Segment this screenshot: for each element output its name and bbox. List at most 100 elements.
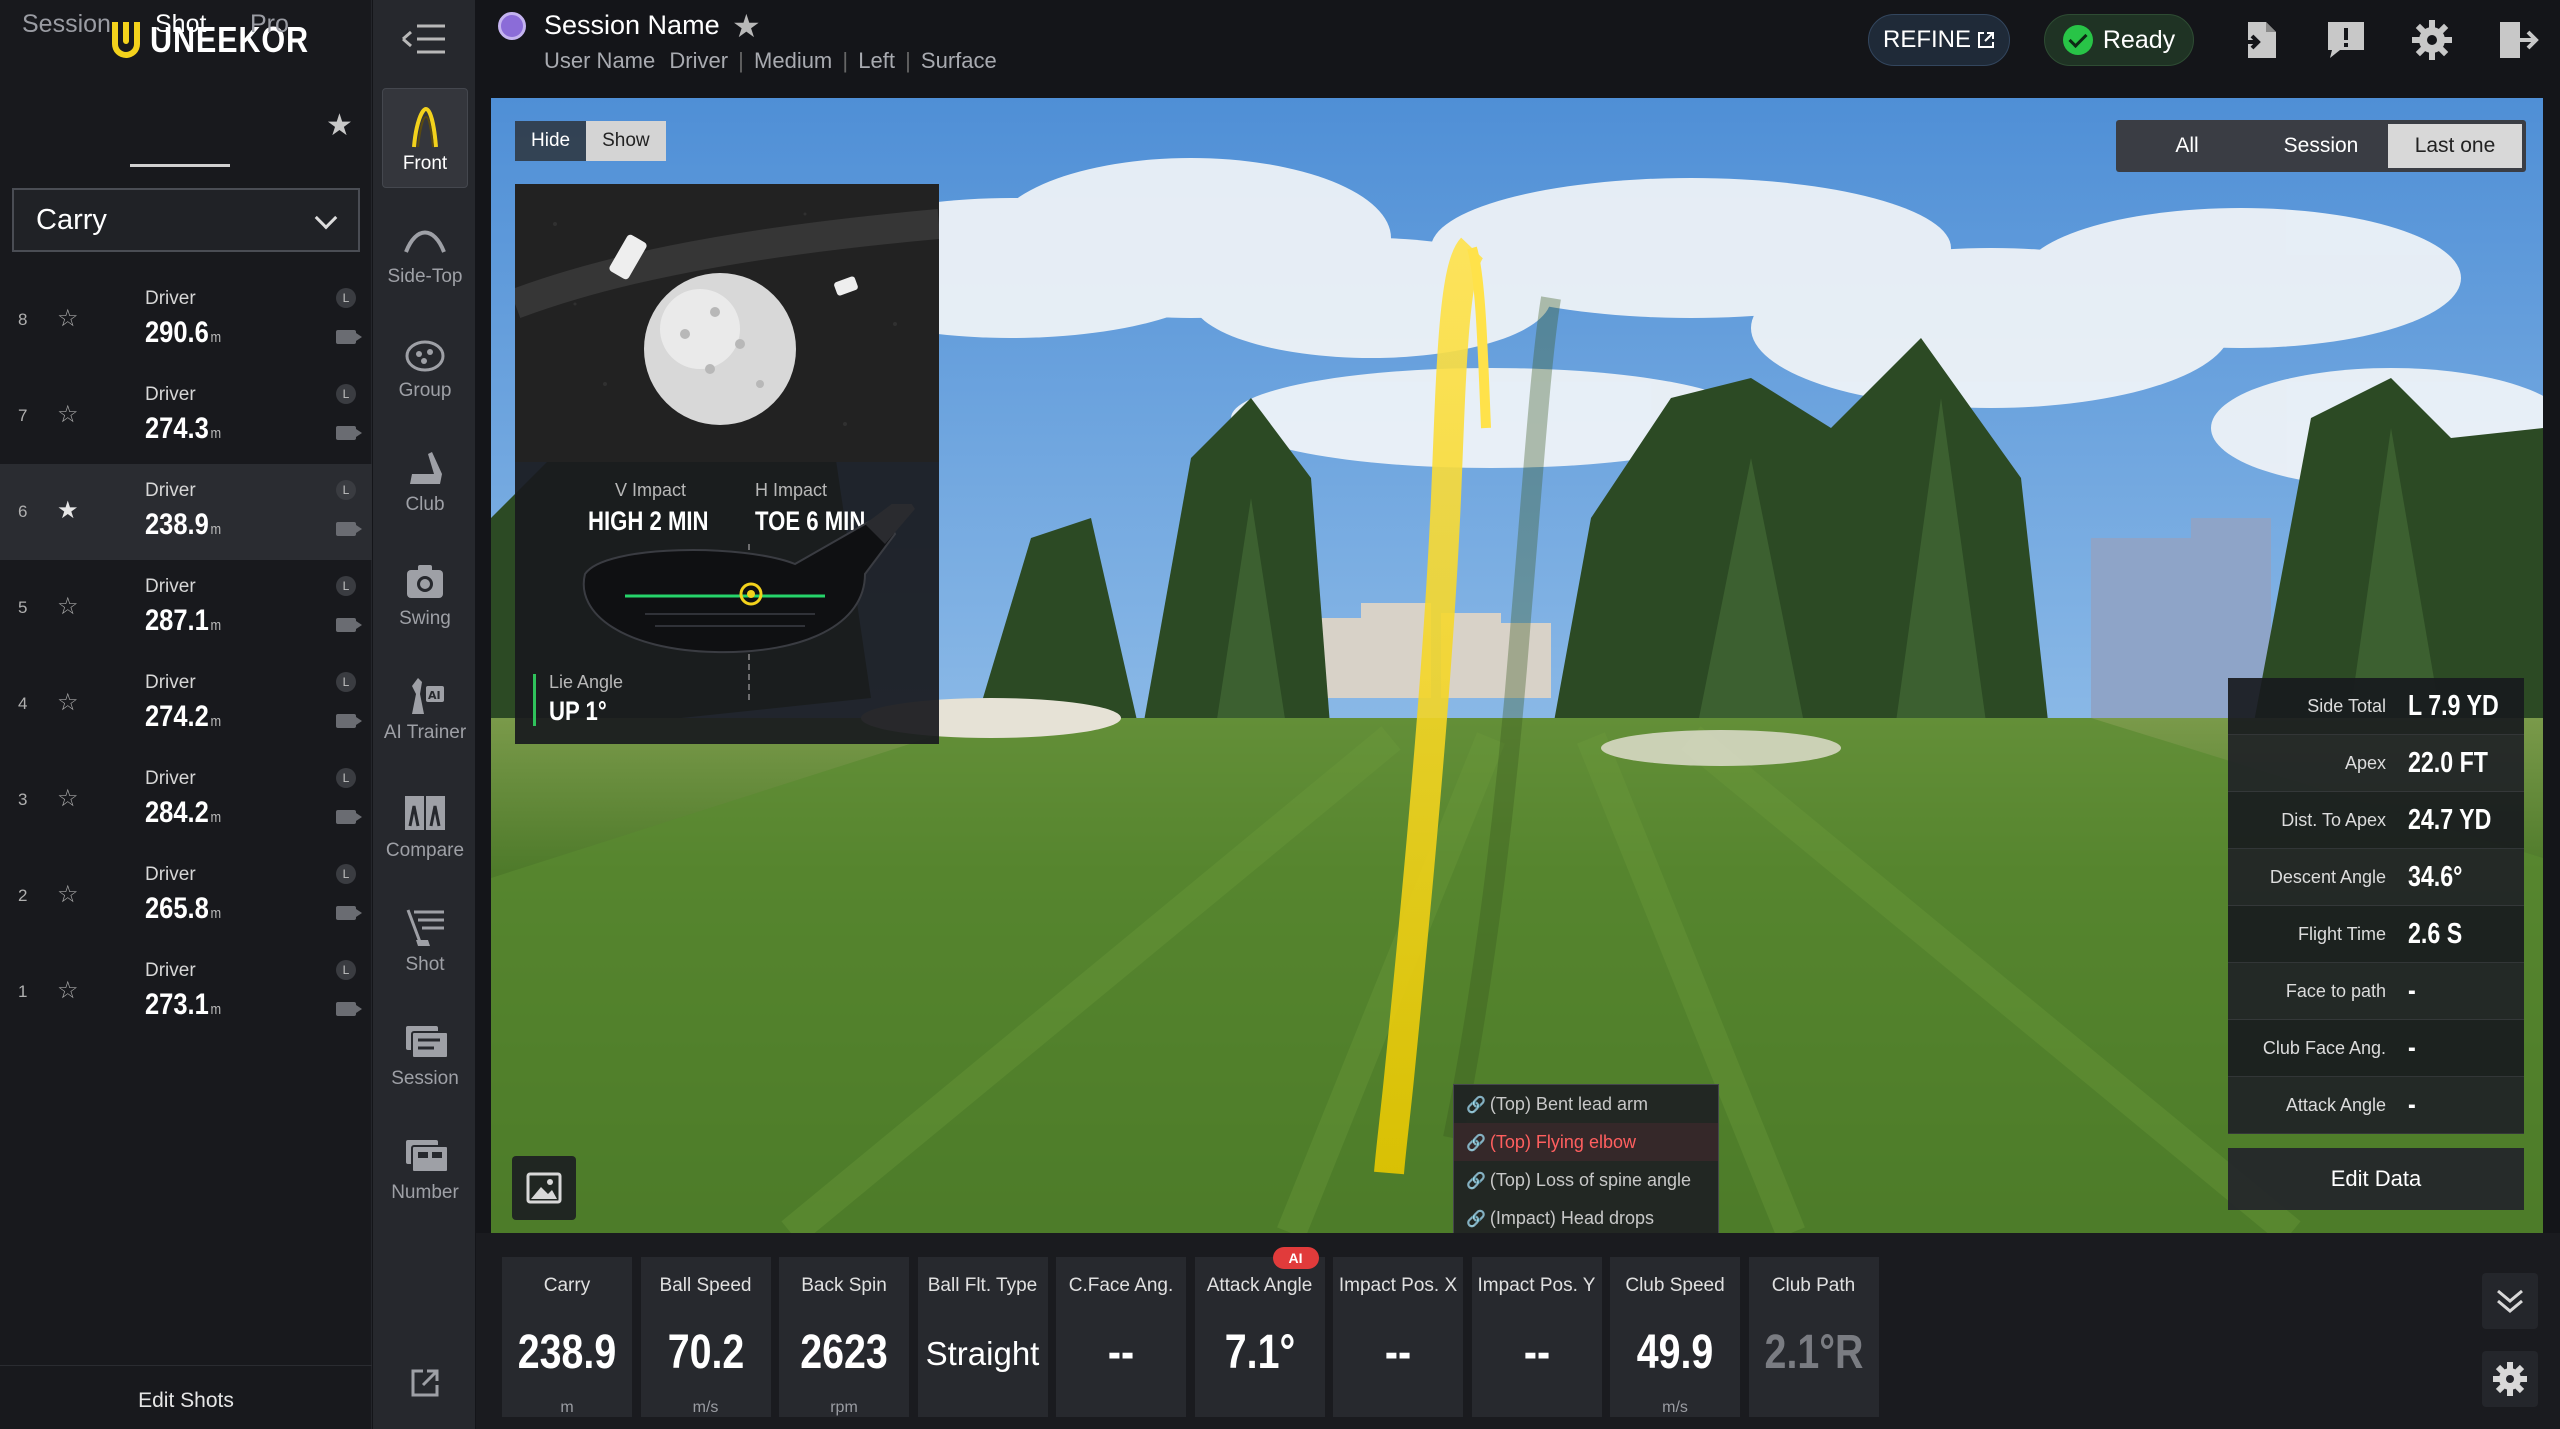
- tool-front[interactable]: Front: [382, 88, 468, 188]
- flight-stats-panel: Side Total L 7.9 YD Apex 22.0 FT Dist. To Ap…: [2228, 678, 2524, 1134]
- stat-label: Club Face Ang.: [2262, 1038, 2386, 1058]
- video-camera-icon[interactable]: [336, 810, 362, 824]
- shot-favorite-star-icon[interactable]: ★: [57, 496, 79, 525]
- filter-session-button[interactable]: Session: [2254, 124, 2388, 168]
- tool-number[interactable]: Number: [382, 1118, 468, 1218]
- filter-all-button[interactable]: All: [2120, 124, 2254, 168]
- video-camera-icon[interactable]: [336, 426, 362, 440]
- video-camera-icon[interactable]: [336, 906, 362, 920]
- ai-feedback-item[interactable]: 🔗 (Top) Loss of spine angle: [1454, 1161, 1718, 1199]
- metric-card[interactable]: Club Speed 49.9 m/s: [1610, 1257, 1740, 1417]
- meta-separator: |: [905, 48, 911, 73]
- shot-row[interactable]: 4 ☆ Driver 274.2 m L: [0, 656, 372, 752]
- metric-label: Impact Pos. X: [1338, 1275, 1458, 1296]
- shot-favorite-star-icon[interactable]: ☆: [57, 304, 79, 333]
- shot-favorite-star-icon[interactable]: ☆: [57, 976, 79, 1005]
- shot-hand-badge: L: [336, 864, 356, 884]
- shot-row[interactable]: 6 ★ Driver 238.9 m L: [0, 464, 372, 560]
- shot-favorite-star-icon[interactable]: ☆: [57, 688, 79, 717]
- metric-card[interactable]: Club Path 2.1°R: [1748, 1257, 1879, 1417]
- refine-button[interactable]: REFINE: [1868, 14, 2010, 66]
- stat-row: Side Total L 7.9 YD: [2228, 678, 2524, 735]
- metric-card[interactable]: Ball Speed 70.2 m/s: [640, 1257, 771, 1417]
- collapse-menu-icon[interactable]: [399, 22, 447, 56]
- tool-label: Club: [405, 494, 445, 515]
- show-button[interactable]: Show: [586, 121, 666, 161]
- stat-label: Face to path: [2285, 981, 2386, 1001]
- impact-camera-image: [515, 184, 939, 462]
- metric-select[interactable]: Carry: [12, 188, 360, 252]
- shot-favorite-star-icon[interactable]: ☆: [57, 784, 79, 813]
- uneekor-logo-icon: [112, 22, 140, 58]
- screenshot-button[interactable]: [512, 1156, 576, 1220]
- shot-row[interactable]: 8 ☆ Driver 290.6 m L: [0, 272, 372, 368]
- metric-card[interactable]: Impact Pos. X --: [1333, 1257, 1463, 1417]
- ball-impact-photo: [515, 184, 939, 462]
- edit-shots-button[interactable]: Edit Shots: [0, 1365, 372, 1429]
- shot-row[interactable]: 7 ☆ Driver 274.3 m L: [0, 368, 372, 464]
- shot-club: Driver: [145, 384, 196, 405]
- shot-favorite-star-icon[interactable]: ☆: [57, 592, 79, 621]
- video-camera-icon[interactable]: [336, 522, 362, 536]
- shot-club: Driver: [145, 864, 196, 885]
- metric-value: 238.9: [517, 1326, 617, 1379]
- ai-feedback-item[interactable]: 🔗 (Impact) Head drops: [1454, 1199, 1718, 1237]
- video-camera-icon[interactable]: [336, 1002, 362, 1016]
- exit-icon[interactable]: [2496, 18, 2540, 62]
- metric-card[interactable]: C.Face Ang. --: [1056, 1257, 1186, 1417]
- tool-side-top[interactable]: Side-Top: [382, 202, 468, 302]
- metric-card[interactable]: Back Spin 2623 rpm: [779, 1257, 909, 1417]
- session-favorite-star-icon[interactable]: ★: [732, 7, 761, 45]
- metric-value: --: [1384, 1326, 1412, 1379]
- stat-row: Face to path -: [2228, 963, 2524, 1020]
- shot-row[interactable]: 2 ☆ Driver 265.8 m L: [0, 848, 372, 944]
- tool-shot[interactable]: Shot: [382, 890, 468, 990]
- shot-row[interactable]: 1 ☆ Driver 273.1 m L: [0, 944, 372, 1040]
- session-name[interactable]: Session Name: [544, 10, 720, 41]
- shot-favorite-star-icon[interactable]: ☆: [57, 400, 79, 429]
- tab-pro[interactable]: Pro: [250, 10, 289, 39]
- ai-feedback-item[interactable]: 🔗 (Top) Bent lead arm: [1454, 1085, 1718, 1123]
- ai-feedback-item[interactable]: 🔗 (Top) Flying elbow: [1454, 1123, 1718, 1161]
- metric-label: Carry: [543, 1275, 591, 1296]
- hide-button[interactable]: Hide: [515, 121, 587, 161]
- shot-favorite-star-icon[interactable]: ☆: [57, 880, 79, 909]
- tool-label: Shot: [405, 954, 445, 975]
- feedback-report-icon[interactable]: [2324, 18, 2368, 62]
- metric-value: 49.9: [1636, 1326, 1714, 1379]
- edit-data-button[interactable]: Edit Data: [2228, 1148, 2524, 1210]
- tab-shot[interactable]: Shot: [155, 10, 206, 39]
- meta-condition: Medium: [754, 48, 833, 73]
- shot-hand-badge: L: [336, 768, 356, 788]
- metric-card[interactable]: Carry 238.9 m: [502, 1257, 632, 1417]
- stat-value: 34.6°: [2408, 861, 2463, 893]
- collapse-metrics-button[interactable]: [2482, 1273, 2538, 1329]
- shot-row[interactable]: 3 ☆ Driver 284.2 m L: [0, 752, 372, 848]
- filter-last-one-button[interactable]: Last one: [2388, 124, 2522, 168]
- metric-card[interactable]: Ball Flt. Type Straight: [917, 1257, 1048, 1417]
- tool-group[interactable]: Group: [382, 316, 468, 416]
- tool-compare[interactable]: Compare: [382, 776, 468, 876]
- ready-status-button[interactable]: Ready: [2044, 14, 2194, 66]
- tool-swing[interactable]: Swing: [382, 544, 468, 644]
- video-camera-icon[interactable]: [336, 714, 362, 728]
- stat-row: Dist. To Apex 24.7 YD: [2228, 792, 2524, 849]
- video-camera-icon[interactable]: [336, 618, 362, 632]
- export-file-icon[interactable]: [2238, 18, 2282, 62]
- tool-club[interactable]: Club: [382, 430, 468, 530]
- metric-card[interactable]: AI Attack Angle 7.1°: [1194, 1247, 1325, 1417]
- popout-window-icon[interactable]: [409, 1367, 441, 1399]
- metric-label: Impact Pos. Y: [1477, 1275, 1596, 1296]
- tool-ai-trainer[interactable]: AI AI Trainer: [382, 658, 468, 758]
- metric-card[interactable]: Impact Pos. Y --: [1471, 1257, 1602, 1417]
- tab-session[interactable]: Session: [22, 10, 111, 39]
- metric-unit: m/s: [1662, 1399, 1688, 1416]
- tool-session[interactable]: Session: [382, 1004, 468, 1104]
- shot-row[interactable]: 5 ☆ Driver 287.1 m L: [0, 560, 372, 656]
- metric-select-value: Carry: [36, 203, 107, 236]
- favorites-star-icon[interactable]: ★: [326, 108, 353, 143]
- ai-feedback-text: (Impact) Head drops: [1489, 1208, 1654, 1228]
- gear-icon[interactable]: [2410, 18, 2454, 62]
- metrics-settings-button[interactable]: [2482, 1351, 2538, 1407]
- video-camera-icon[interactable]: [336, 330, 362, 344]
